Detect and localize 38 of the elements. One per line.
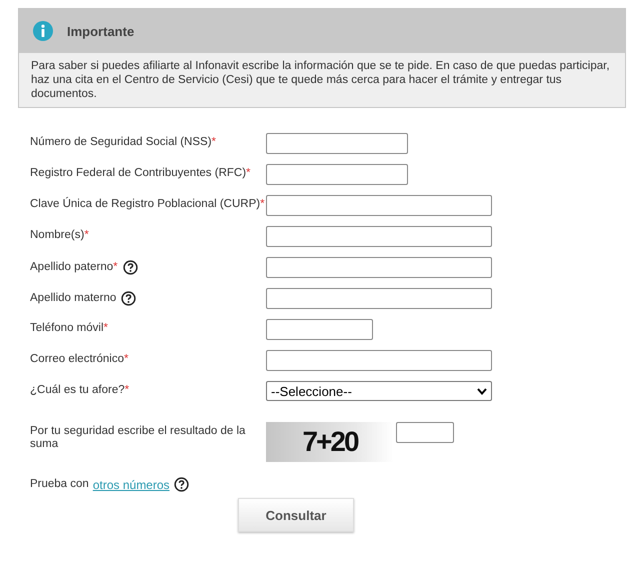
- required-mark: *: [104, 322, 108, 334]
- field-label: Clave Única de Registro Poblacional (CURP)*: [30, 198, 265, 211]
- field-label: Número de Seguridad Social (NSS)*: [30, 136, 216, 149]
- input-field[interactable]: [266, 164, 408, 185]
- input-field[interactable]: [266, 319, 373, 340]
- afore-dropdown[interactable]: --Seleccione--: [266, 381, 492, 401]
- other-numbers-link[interactable]: otros números: [92, 478, 170, 492]
- input-field[interactable]: [266, 257, 492, 278]
- captcha-label: Por tu seguridad escribe el resultado de la suma: [30, 425, 246, 451]
- field-label: Correo electrónico*: [30, 353, 128, 366]
- input-field[interactable]: [266, 195, 492, 216]
- field-label: ¿Cuál es tu afore?*: [30, 384, 130, 397]
- retry-text: Prueba con: [30, 478, 89, 491]
- field-label: Nombre(s)*: [30, 229, 89, 242]
- input-field[interactable]: [266, 288, 492, 309]
- input-field[interactable]: [266, 133, 408, 154]
- help-icon[interactable]: [122, 260, 138, 275]
- field-label: Registro Federal de Contribuyentes (RFC)*: [30, 167, 251, 180]
- help-icon[interactable]: [121, 291, 136, 306]
- required-mark: *: [113, 261, 118, 273]
- notice-title: Importante: [67, 24, 134, 38]
- required-mark: *: [246, 167, 251, 179]
- notice-text: Para saber si puedes afiliarte al Infonavit escribe la información que se te pide. En caso de que puedas participar, haz una cita en el Centro de Servicio (Cesi) que te quede más cerca para hacer el trámite y entregar tus documentos.: [31, 59, 611, 101]
- required-mark: *: [260, 198, 265, 210]
- required-mark: *: [84, 229, 89, 241]
- caret-icon: [477, 388, 487, 394]
- required-mark: *: [212, 136, 216, 148]
- field-label: Teléfono móvil*: [30, 322, 108, 335]
- required-mark: *: [124, 353, 128, 365]
- field-label: Apellido paterno*: [30, 261, 118, 274]
- info-icon: [33, 21, 53, 41]
- field-label: Apellido materno: [30, 292, 116, 305]
- input-field[interactable]: [266, 226, 492, 247]
- help-icon[interactable]: [174, 477, 189, 492]
- input-field[interactable]: [266, 350, 492, 371]
- submit-button[interactable]: Consultar: [238, 498, 354, 532]
- required-mark: *: [124, 384, 130, 396]
- input-field[interactable]: [396, 422, 454, 443]
